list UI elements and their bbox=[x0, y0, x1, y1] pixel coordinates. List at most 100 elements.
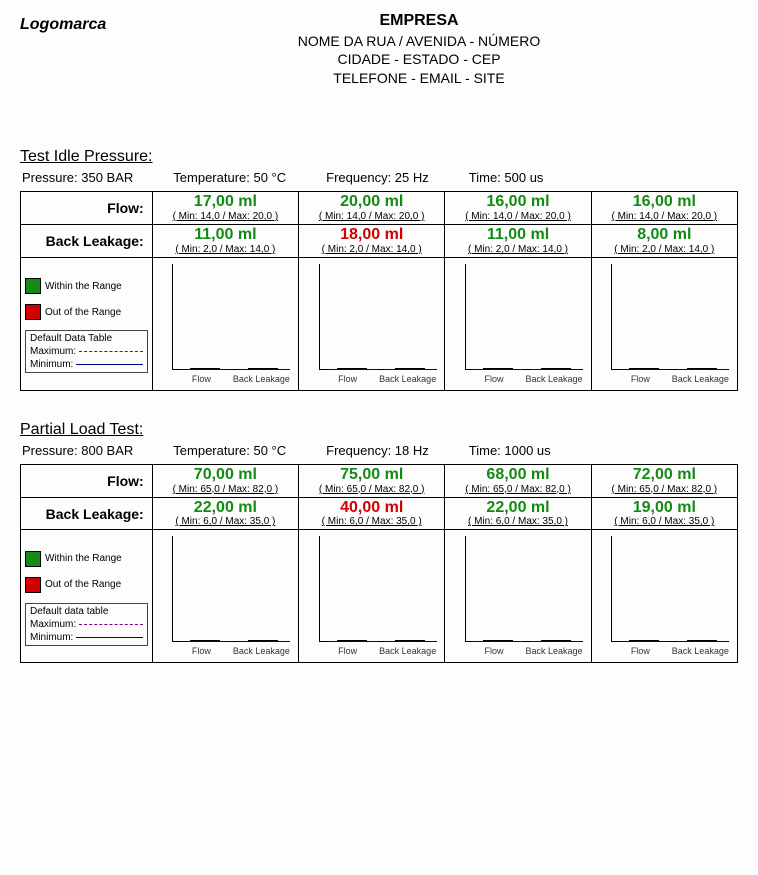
measured-value: 70,00 ml bbox=[157, 467, 294, 484]
max-line-icon bbox=[79, 351, 143, 352]
test-section-idle: Test Idle Pressure: Pressure: 350 BAR Te… bbox=[20, 148, 738, 391]
value-cell: 16,00 ml ( Min: 14,0 / Max: 20,0 ) bbox=[445, 192, 591, 225]
company-address2: CIDADE - ESTADO - CEP bbox=[220, 50, 618, 69]
measured-value: 72,00 ml bbox=[596, 467, 733, 484]
measured-value: 11,00 ml bbox=[157, 227, 294, 244]
axis-label-back: Back Leakage bbox=[671, 646, 729, 656]
range-text: ( Min: 65,0 / Max: 82,0 ) bbox=[596, 484, 733, 495]
chart-cell: Flow Back Leakage bbox=[299, 257, 445, 390]
mini-bar-chart: Flow Back Leakage bbox=[599, 264, 729, 384]
axis-label-back: Back Leakage bbox=[671, 374, 729, 384]
axis-label-flow: Flow bbox=[611, 374, 669, 384]
measured-value: 16,00 ml bbox=[449, 194, 586, 211]
value-cell: 19,00 ml ( Min: 6,0 / Max: 35,0 ) bbox=[591, 497, 737, 530]
legend-out: Out of the Range bbox=[45, 307, 121, 318]
mini-bar-chart: Flow Back Leakage bbox=[160, 536, 290, 656]
param-pressure: Pressure: 800 BAR bbox=[22, 443, 133, 458]
row-label: Flow: bbox=[21, 192, 153, 225]
report-header: Logomarca EMPRESA NOME DA RUA / AVENIDA … bbox=[20, 10, 738, 88]
logo-placeholder: Logomarca bbox=[20, 16, 220, 34]
axis-label-back: Back Leakage bbox=[525, 374, 583, 384]
section-params: Pressure: 800 BAR Temperature: 50 °C Fre… bbox=[22, 443, 736, 458]
param-frequency: Frequency: 18 Hz bbox=[326, 443, 429, 458]
legend-max: Maximum: bbox=[30, 619, 76, 630]
mini-bar-chart: Flow Back Leakage bbox=[599, 536, 729, 656]
mini-bar-chart: Flow Back Leakage bbox=[307, 264, 437, 384]
axis-label-flow: Flow bbox=[319, 646, 377, 656]
row-label: Back Leakage: bbox=[21, 497, 153, 530]
legend-data-table: Default data table Maximum: Minimum: bbox=[25, 603, 148, 646]
measured-value: 19,00 ml bbox=[596, 500, 733, 517]
value-cell: 11,00 ml ( Min: 2,0 / Max: 14,0 ) bbox=[445, 225, 591, 258]
swatch-within-icon bbox=[25, 278, 41, 294]
param-time: Time: 500 us bbox=[469, 170, 544, 185]
value-cell: 72,00 ml ( Min: 65,0 / Max: 82,0 ) bbox=[591, 464, 737, 497]
company-address1: NOME DA RUA / AVENIDA - NÚMERO bbox=[220, 32, 618, 51]
value-cell: 68,00 ml ( Min: 65,0 / Max: 82,0 ) bbox=[445, 464, 591, 497]
value-cell: 17,00 ml ( Min: 14,0 / Max: 20,0 ) bbox=[152, 192, 298, 225]
measured-value: 22,00 ml bbox=[449, 500, 586, 517]
range-text: ( Min: 65,0 / Max: 82,0 ) bbox=[449, 484, 586, 495]
range-text: ( Min: 65,0 / Max: 82,0 ) bbox=[157, 484, 294, 495]
chart-cell: Flow Back Leakage bbox=[445, 257, 591, 390]
chart-cell: Flow Back Leakage bbox=[152, 530, 298, 663]
axis-label-flow: Flow bbox=[465, 646, 523, 656]
param-time: Time: 1000 us bbox=[469, 443, 551, 458]
legend-data-table: Default Data Table Maximum: Minimum: bbox=[25, 330, 148, 373]
legend-cell: Within the Range Out of the Range Defaul… bbox=[21, 257, 153, 390]
mini-bar-chart: Flow Back Leakage bbox=[307, 536, 437, 656]
chart-cell: Flow Back Leakage bbox=[591, 530, 737, 663]
company-contact: TELEFONE - EMAIL - SITE bbox=[220, 69, 618, 88]
section-title: Test Idle Pressure: bbox=[20, 148, 738, 166]
axis-label-flow: Flow bbox=[172, 646, 230, 656]
legend-min: Minimum: bbox=[30, 359, 73, 370]
value-cell: 70,00 ml ( Min: 65,0 / Max: 82,0 ) bbox=[152, 464, 298, 497]
legend-within: Within the Range bbox=[45, 553, 122, 564]
chart-cell: Flow Back Leakage bbox=[445, 530, 591, 663]
legend-table-title: Default Data Table bbox=[30, 333, 143, 344]
range-text: ( Min: 65,0 / Max: 82,0 ) bbox=[303, 484, 440, 495]
row-label: Back Leakage: bbox=[21, 225, 153, 258]
param-temperature: Temperature: 50 °C bbox=[173, 443, 286, 458]
param-frequency: Frequency: 25 Hz bbox=[326, 170, 429, 185]
range-text: ( Min: 2,0 / Max: 14,0 ) bbox=[596, 244, 733, 255]
mini-bar-chart: Flow Back Leakage bbox=[453, 536, 583, 656]
axis-label-back: Back Leakage bbox=[525, 646, 583, 656]
value-cell: 22,00 ml ( Min: 6,0 / Max: 35,0 ) bbox=[152, 497, 298, 530]
value-cell: 11,00 ml ( Min: 2,0 / Max: 14,0 ) bbox=[152, 225, 298, 258]
mini-bar-chart: Flow Back Leakage bbox=[160, 264, 290, 384]
param-pressure: Pressure: 350 BAR bbox=[22, 170, 133, 185]
range-text: ( Min: 6,0 / Max: 35,0 ) bbox=[596, 516, 733, 527]
measured-value: 11,00 ml bbox=[449, 227, 586, 244]
legend-within: Within the Range bbox=[45, 281, 122, 292]
axis-label-back: Back Leakage bbox=[379, 374, 437, 384]
range-text: ( Min: 2,0 / Max: 14,0 ) bbox=[157, 244, 294, 255]
swatch-out-icon bbox=[25, 304, 41, 320]
axis-label-flow: Flow bbox=[172, 374, 230, 384]
param-temperature: Temperature: 50 °C bbox=[173, 170, 286, 185]
max-line-icon bbox=[79, 624, 143, 625]
legend-max: Maximum: bbox=[30, 346, 76, 357]
range-text: ( Min: 6,0 / Max: 35,0 ) bbox=[449, 516, 586, 527]
chart-cell: Flow Back Leakage bbox=[591, 257, 737, 390]
company-name: EMPRESA bbox=[220, 10, 618, 32]
value-cell: 75,00 ml ( Min: 65,0 / Max: 82,0 ) bbox=[299, 464, 445, 497]
measured-value: 40,00 ml bbox=[303, 500, 440, 517]
legend-out: Out of the Range bbox=[45, 579, 121, 590]
swatch-within-icon bbox=[25, 551, 41, 567]
measured-value: 18,00 ml bbox=[303, 227, 440, 244]
row-label: Flow: bbox=[21, 464, 153, 497]
axis-label-flow: Flow bbox=[319, 374, 377, 384]
range-text: ( Min: 14,0 / Max: 20,0 ) bbox=[449, 211, 586, 222]
range-text: ( Min: 14,0 / Max: 20,0 ) bbox=[303, 211, 440, 222]
range-text: ( Min: 6,0 / Max: 35,0 ) bbox=[157, 516, 294, 527]
measured-value: 20,00 ml bbox=[303, 194, 440, 211]
legend-cell: Within the Range Out of the Range Defaul… bbox=[21, 530, 153, 663]
axis-label-flow: Flow bbox=[465, 374, 523, 384]
value-cell: 18,00 ml ( Min: 2,0 / Max: 14,0 ) bbox=[299, 225, 445, 258]
measured-value: 16,00 ml bbox=[596, 194, 733, 211]
test-section-partial: Partial Load Test: Pressure: 800 BAR Tem… bbox=[20, 421, 738, 664]
legend-table-title: Default data table bbox=[30, 606, 143, 617]
results-table: Flow: 70,00 ml ( Min: 65,0 / Max: 82,0 )… bbox=[20, 464, 738, 664]
range-text: ( Min: 6,0 / Max: 35,0 ) bbox=[303, 516, 440, 527]
